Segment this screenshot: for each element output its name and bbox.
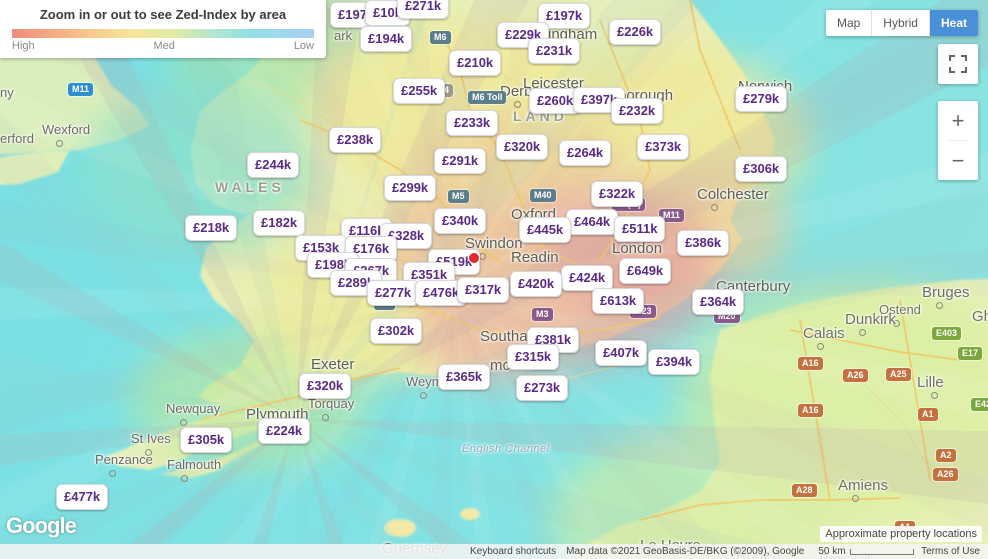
legend-title: Zoom in or out to see Zed-Index by area <box>39 7 287 22</box>
price-marker[interactable]: £320k <box>496 134 549 160</box>
price-marker[interactable]: £511k <box>614 216 666 242</box>
price-marker[interactable]: £340k <box>434 208 487 234</box>
price-marker[interactable]: £244k <box>247 152 300 178</box>
map-type-hybrid-button[interactable]: Hybrid <box>872 10 930 36</box>
price-marker[interactable]: £279k <box>735 86 788 112</box>
google-logo-letter: o <box>34 513 48 538</box>
legend-high-label: High <box>12 40 35 52</box>
price-marker[interactable]: £226k <box>609 19 662 45</box>
map-type-map-button[interactable]: Map <box>825 10 873 36</box>
price-marker[interactable]: £464k <box>566 209 619 235</box>
price-marker[interactable]: £364k <box>692 289 745 315</box>
price-marker[interactable]: £233k <box>446 110 499 136</box>
attribution-bar: Keyboard shortcuts Map data ©2021 GeoBas… <box>0 544 988 559</box>
map-scale-label: 50 km <box>818 546 846 557</box>
zoom-out-button[interactable]: − <box>938 141 978 180</box>
legend-low-label: Low <box>293 40 314 52</box>
price-marker[interactable]: £394k <box>648 349 701 375</box>
property-location-marker[interactable] <box>469 253 479 263</box>
price-marker[interactable]: £306k <box>735 156 788 182</box>
price-marker[interactable]: £218k <box>185 215 238 241</box>
keyboard-shortcuts-button[interactable]: Keyboard shortcuts <box>470 546 556 557</box>
zed-index-legend: Zoom in or out to see Zed-Index by area … <box>0 0 326 58</box>
price-marker[interactable]: £649k <box>619 258 672 284</box>
price-marker[interactable]: £182k <box>253 210 306 236</box>
legend-gradient-bar <box>12 29 314 38</box>
price-marker[interactable]: £317k <box>457 277 510 303</box>
price-marker[interactable]: £305k <box>180 427 233 453</box>
approximate-locations-tooltip: Approximate property locations <box>820 526 982 542</box>
map-scale-bar <box>849 548 914 555</box>
zoom-in-button[interactable]: + <box>938 101 978 140</box>
map-scale: 50 km <box>818 546 914 557</box>
price-marker[interactable]: £420k <box>510 271 563 297</box>
map-canvas[interactable]: Wexford erford ny ark Derby Leicester ingham rb… <box>0 0 988 559</box>
price-marker[interactable]: £264k <box>559 140 612 166</box>
fullscreen-icon <box>949 55 967 73</box>
price-marker[interactable]: £373k <box>637 134 690 160</box>
google-logo-letter: G <box>6 513 23 538</box>
price-marker[interactable]: £231k <box>528 38 581 64</box>
price-marker[interactable]: £224k <box>258 418 311 444</box>
price-marker[interactable]: £613k <box>592 288 645 314</box>
price-marker[interactable]: £477k <box>56 484 109 510</box>
price-marker[interactable]: £315k <box>507 344 560 370</box>
price-marker[interactable]: £322k <box>591 181 644 207</box>
price-marker[interactable]: £238k <box>329 127 382 153</box>
google-logo-letter: o <box>22 513 35 538</box>
price-marker[interactable]: £210k <box>449 50 502 76</box>
map-type-control[interactable]: Map Hybrid Heat <box>825 10 978 36</box>
map-application: Wexford erford ny ark Derby Leicester ingham rb… <box>0 0 988 559</box>
price-marker[interactable]: £320k <box>299 373 352 399</box>
price-marker[interactable]: £445k <box>519 217 572 243</box>
price-marker[interactable]: £277k <box>367 280 420 306</box>
fullscreen-button[interactable] <box>938 44 978 84</box>
price-marker[interactable]: £255k <box>393 78 446 104</box>
price-marker[interactable]: £194k <box>360 26 413 52</box>
google-logo-letter: e <box>64 513 77 538</box>
price-marker[interactable]: £386k <box>677 230 730 256</box>
price-marker[interactable]: £291k <box>434 148 487 174</box>
price-marker[interactable]: £273k <box>516 375 569 401</box>
price-marker[interactable]: £271k <box>397 0 450 19</box>
google-logo-letter: g <box>47 513 60 538</box>
price-marker[interactable]: £407k <box>595 340 648 366</box>
google-logo: Google <box>6 513 77 539</box>
zoom-control[interactable]: + − <box>938 101 978 180</box>
map-type-heat-button[interactable]: Heat <box>929 10 978 36</box>
legend-med-label: Med <box>153 40 175 52</box>
terms-of-use-link[interactable]: Terms of Use <box>921 546 980 557</box>
price-marker[interactable]: £232k <box>611 98 664 124</box>
price-marker[interactable]: £302k <box>370 318 423 344</box>
map-data-attribution: Map data ©2021 GeoBasis-DE/BKG (©2009), … <box>566 546 805 557</box>
price-marker[interactable]: £299k <box>384 175 437 201</box>
price-marker[interactable]: £365k <box>438 364 491 390</box>
